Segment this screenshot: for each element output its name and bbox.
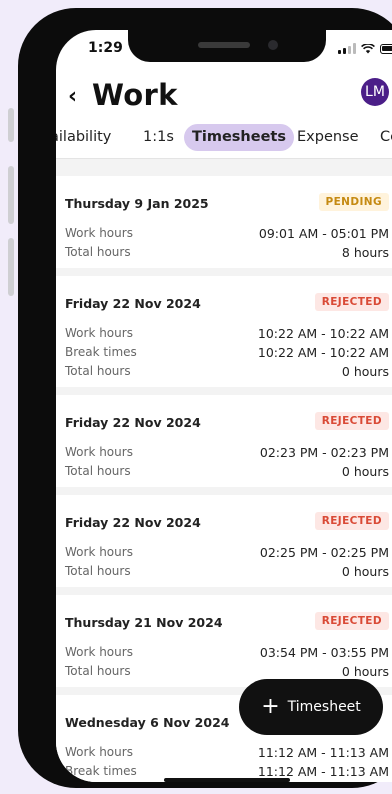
add-timesheet-button[interactable]: + Timesheet	[239, 679, 383, 735]
card-row: Work hours 10:22 AM - 10:22 AM	[65, 324, 389, 343]
row-value: 0 hours	[341, 364, 389, 379]
row-value: 02:25 PM - 02:25 PM	[259, 545, 389, 560]
row-label: Work hours	[65, 645, 133, 659]
status-badge: PENDING	[318, 193, 389, 211]
card-row: Total hours 0 hours	[65, 462, 389, 481]
speaker	[198, 42, 250, 48]
row-label: Total hours	[65, 464, 131, 478]
row-value: 11:12 AM - 11:13 AM	[257, 745, 389, 760]
timesheet-card[interactable]: Friday 22 Nov 2024 REJECTED Work hours 0…	[56, 395, 392, 495]
tab-one-on-ones[interactable]: 1:1s	[143, 124, 174, 151]
battery-icon	[380, 43, 392, 54]
phone-frame: 1:29 ‹ Work LM ailability 1:1s Timesheet…	[18, 8, 392, 788]
card-row: Total hours 0 hours	[65, 562, 389, 581]
row-label: Work hours	[65, 326, 133, 340]
card-row: Work hours 02:23 PM - 02:23 PM	[65, 443, 389, 462]
phone-volume-up	[8, 166, 14, 224]
card-rows: Work hours 11:12 AM - 11:13 AM Break tim…	[65, 743, 389, 781]
row-label: Work hours	[65, 445, 133, 459]
card-rows: Work hours 02:23 PM - 02:23 PM Total hou…	[65, 443, 389, 481]
row-label: Break times	[65, 764, 137, 778]
card-date: Friday 22 Nov 2024	[65, 515, 201, 530]
card-row: Work hours 02:25 PM - 02:25 PM	[65, 543, 389, 562]
row-label: Total hours	[65, 664, 131, 678]
plus-icon: +	[261, 694, 280, 719]
card-date: Friday 22 Nov 2024	[65, 415, 201, 430]
row-label: Total hours	[65, 245, 131, 259]
row-label: Total hours	[65, 364, 131, 378]
card-row: Break times 10:22 AM - 10:22 AM	[65, 343, 389, 362]
tab-expense[interactable]: Expense	[297, 124, 359, 151]
row-label: Break times	[65, 345, 137, 359]
row-label: Work hours	[65, 226, 133, 240]
status-time: 1:29	[88, 40, 123, 56]
status-icons	[338, 43, 392, 54]
card-date: Wednesday 6 Nov 2024	[65, 715, 230, 730]
home-indicator[interactable]	[164, 778, 290, 782]
card-date: Friday 22 Nov 2024	[65, 296, 201, 311]
phone-volume-down	[8, 238, 14, 296]
row-value: 10:22 AM - 10:22 AM	[257, 345, 389, 360]
notch	[128, 30, 326, 62]
back-chevron-icon[interactable]: ‹	[68, 84, 77, 109]
signal-icon	[338, 43, 356, 54]
card-rows: Work hours 03:54 PM - 03:55 PM Total hou…	[65, 643, 389, 681]
row-value: 0 hours	[341, 564, 389, 579]
row-value: 8 hours	[341, 245, 389, 260]
screen: 1:29 ‹ Work LM ailability 1:1s Timesheet…	[56, 30, 392, 782]
phone-mute-switch	[8, 108, 14, 142]
card-row: Work hours 09:01 AM - 05:01 PM	[65, 224, 389, 243]
card-rows: Work hours 10:22 AM - 10:22 AM Break tim…	[65, 324, 389, 381]
wifi-icon	[361, 43, 375, 53]
row-value: 02:23 PM - 02:23 PM	[259, 445, 389, 460]
app-header: ‹ Work LM	[56, 74, 392, 124]
row-value: 09:01 AM - 05:01 PM	[258, 226, 389, 241]
card-row: Work hours 03:54 PM - 03:55 PM	[65, 643, 389, 662]
timesheet-card[interactable]: Thursday 9 Jan 2025 PENDING Work hours 0…	[56, 176, 392, 276]
avatar[interactable]: LM	[361, 78, 389, 106]
card-rows: Work hours 02:25 PM - 02:25 PM Total hou…	[65, 543, 389, 581]
row-label: Work hours	[65, 745, 133, 759]
status-badge: REJECTED	[314, 612, 389, 630]
card-date: Thursday 21 Nov 2024	[65, 615, 223, 630]
list-top-gap	[56, 159, 392, 176]
tab-availability[interactable]: ailability	[56, 124, 111, 151]
status-badge: REJECTED	[314, 293, 389, 311]
tab-more[interactable]: Ce	[380, 124, 392, 151]
card-row: Total hours 0 hours	[65, 362, 389, 381]
row-label: Total hours	[65, 564, 131, 578]
card-row: Work hours 11:12 AM - 11:13 AM	[65, 743, 389, 762]
row-label: Work hours	[65, 545, 133, 559]
timesheet-card[interactable]: Friday 22 Nov 2024 REJECTED Work hours 1…	[56, 276, 392, 395]
add-timesheet-label: Timesheet	[287, 699, 361, 715]
row-value: 0 hours	[341, 464, 389, 479]
card-rows: Work hours 09:01 AM - 05:01 PM Total hou…	[65, 224, 389, 262]
tab-timesheets[interactable]: Timesheets	[184, 124, 294, 151]
row-value: 03:54 PM - 03:55 PM	[259, 645, 389, 660]
camera	[268, 40, 278, 50]
card-date: Thursday 9 Jan 2025	[65, 196, 209, 211]
tab-bar: ailability 1:1s Timesheets Expense Ce	[56, 124, 392, 158]
page-title: Work	[92, 78, 178, 112]
status-badge: REJECTED	[314, 512, 389, 530]
timesheet-card[interactable]: Friday 22 Nov 2024 REJECTED Work hours 0…	[56, 495, 392, 595]
card-row: Total hours 8 hours	[65, 243, 389, 262]
row-value: 10:22 AM - 10:22 AM	[257, 326, 389, 341]
status-badge: REJECTED	[314, 412, 389, 430]
